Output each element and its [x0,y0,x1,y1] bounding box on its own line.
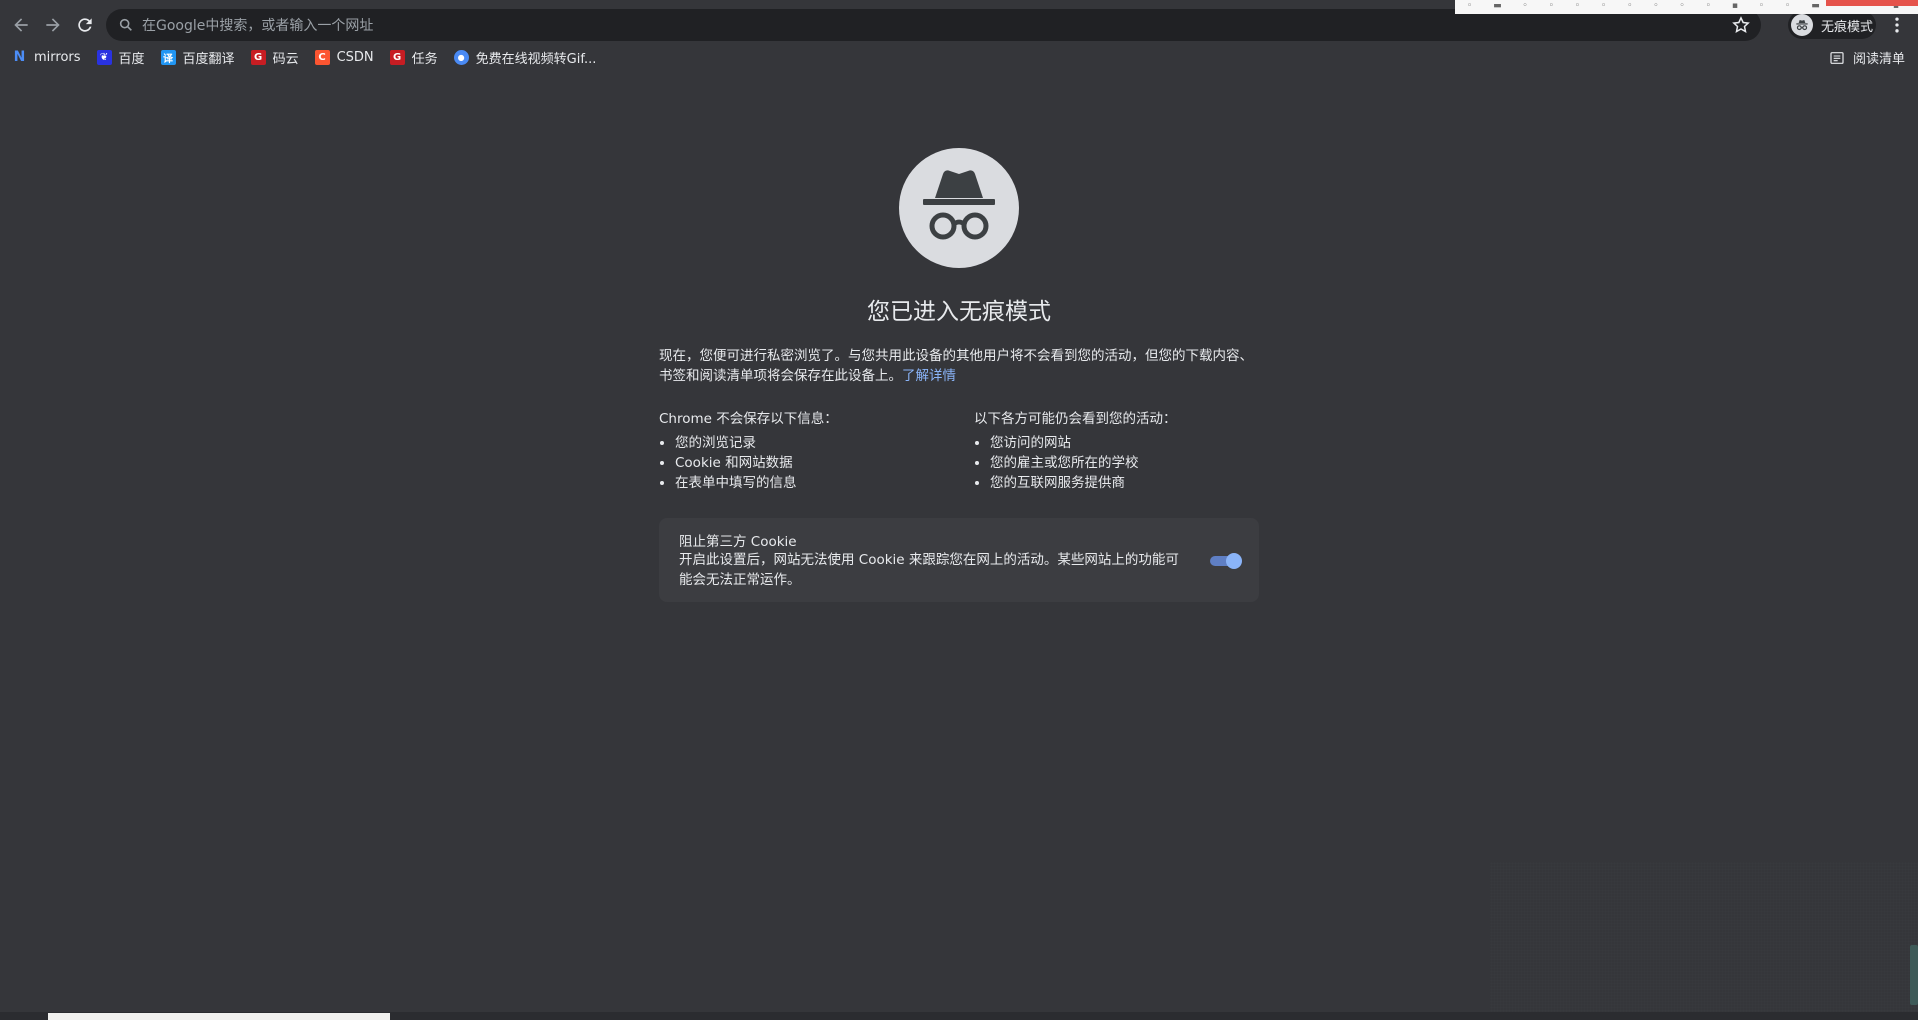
baidu-translate-icon: 译 [160,49,176,65]
gitee-icon: G [389,49,405,65]
may-see-heading: 以下各方可能仍会看到您的活动： [974,411,1177,427]
menu-button[interactable] [1884,12,1910,38]
globe-icon: ● [453,49,469,65]
list-item: 您的雇主或您所在的学校 [990,453,1274,473]
cookie-card-title: 阻止第三方 Cookie [679,534,797,550]
bookmarks-bar: N mirrors ❦ 百度 译 百度翻译 G 码云 C CSDN G 任务 ●… [0,44,1918,70]
baidu-icon: ❦ [96,49,112,65]
forward-icon [46,18,60,32]
may-see-section: 以下各方可能仍会看到您的活动： 您访问的网站 您的雇主或您所在的学校 您的互联网… [974,409,1274,493]
scrollbar[interactable] [1910,945,1918,1005]
bookmark-video-to-gif[interactable]: ● 免费在线视频转Gif... [453,44,597,70]
csdn-icon: C [314,49,330,65]
incognito-icon [1791,14,1813,36]
reading-list-icon [1830,51,1844,64]
reading-list-button[interactable]: 阅读清单 [1829,48,1905,67]
bookmark-label: CSDN [336,49,374,65]
block-cookies-toggle[interactable] [1208,552,1242,569]
list-item: 您的浏览记录 [675,433,959,453]
reading-list-label: 阅读清单 [1852,52,1905,67]
bookmark-label: 任务 [411,51,438,67]
bookmark-tasks[interactable]: G 任务 [389,44,438,70]
gitee-icon: G [250,49,266,65]
bookmark-baidu-translate[interactable]: 译 百度翻译 [160,44,235,70]
more-vert-icon [1895,17,1899,33]
back-button[interactable] [8,12,34,38]
reload-icon [78,18,92,32]
not-saved-section: Chrome 不会保存以下信息： 您的浏览记录 Cookie 和网站数据 在表单… [659,409,959,493]
bookmark-csdn[interactable]: C CSDN [314,44,374,70]
list-item: 您的互联网服务提供商 [990,473,1274,493]
cookie-card-description: 开启此设置后，网站无法使用 Cookie 来跟踪您在网上的活动。某些网站上的功能… [679,552,1179,588]
intro-text: 现在，您便可进行私密浏览了。与您共用此设备的其他用户将不会看到您的活动，但您的下… [659,346,1259,386]
bookmark-baidu[interactable]: ❦ 百度 [96,44,145,70]
reload-button[interactable] [72,12,98,38]
bookmark-label: mirrors [34,49,81,65]
star-icon[interactable] [1731,15,1751,35]
overlay-window-edge: ◦ ▬ ◦ ◦ ◦ ◦ ◦ ◦ ◦ ◦ ▪ ◦ ◦ ▬ ◦ ◦ ▪ [1455,0,1918,14]
gif-dither-region [1490,862,1918,1012]
learn-more-link[interactable]: 了解详情 [902,368,956,384]
bookmark-mirrors[interactable]: N mirrors [12,44,81,70]
not-saved-heading: Chrome 不会保存以下信息： [659,411,838,427]
bookmark-gitee[interactable]: G 码云 [250,44,299,70]
incognito-profile-button[interactable]: 无痕模式 [1788,11,1876,39]
incognito-label: 无痕模式 [1821,19,1874,35]
forward-button[interactable] [40,12,66,38]
mirrors-icon: N [13,49,26,65]
list-item: 在表单中填写的信息 [675,473,959,493]
address-input[interactable] [140,14,1704,38]
third-party-cookie-card: 阻止第三方 Cookie 开启此设置后，网站无法使用 Cookie 来跟踪您在网… [659,518,1259,602]
bookmark-label: 免费在线视频转Gif... [475,51,597,67]
back-icon [14,18,28,32]
bookmark-label: 百度 [118,51,145,67]
bookmark-label: 码云 [272,51,299,67]
list-item: 您访问的网站 [990,433,1274,453]
search-icon [119,18,132,31]
incognito-hero-icon [899,148,1019,268]
intro-paragraph: 现在，您便可进行私密浏览了。与您共用此设备的其他用户将不会看到您的活动，但您的下… [659,348,1253,384]
list-item: Cookie 和网站数据 [675,453,959,473]
bookmark-label: 百度翻译 [182,51,235,67]
page-title: 您已进入无痕模式 [867,299,1051,325]
taskbar-window-preview [48,1013,390,1020]
